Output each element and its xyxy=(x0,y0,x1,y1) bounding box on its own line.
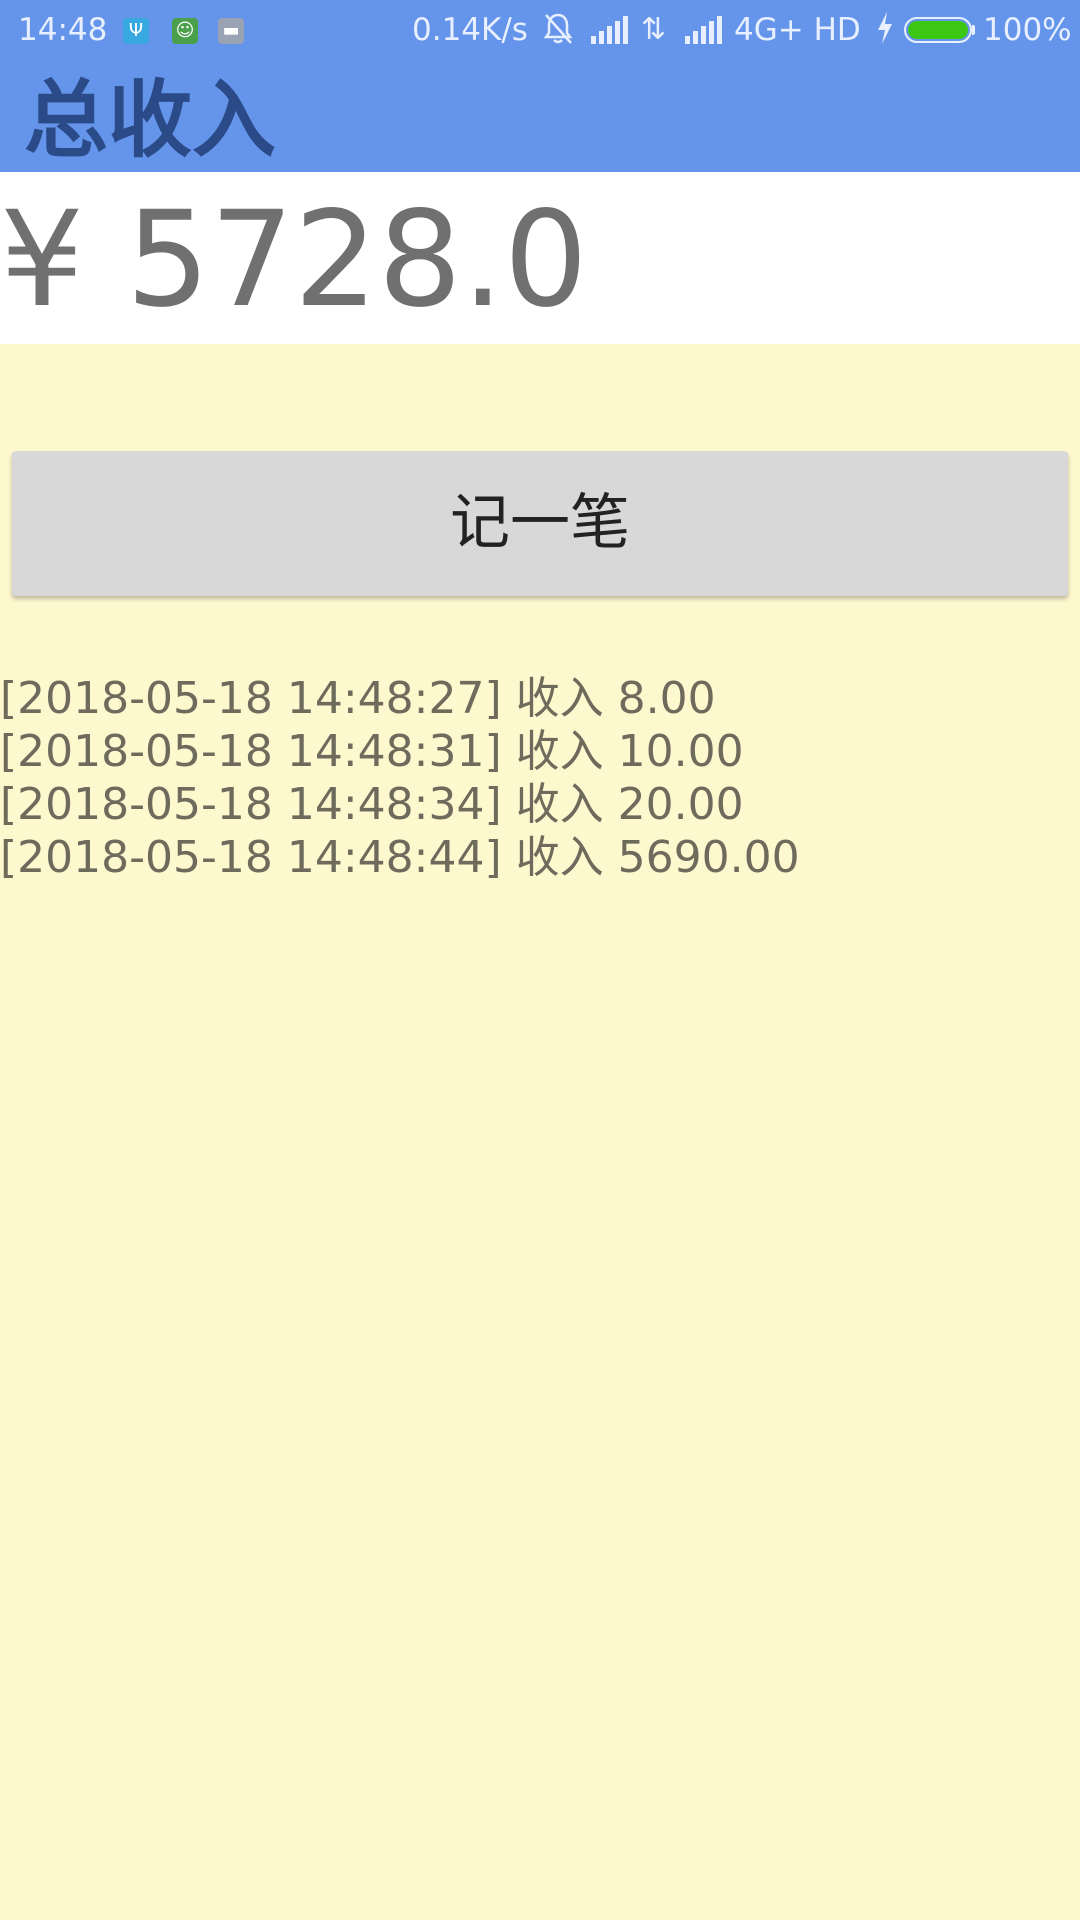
list-item: [2018-05-18 14:48:31] 收入 10.00 xyxy=(0,726,744,777)
signal-strength-icon xyxy=(591,16,628,44)
add-record-button[interactable]: 记一笔 xyxy=(12,451,1068,596)
total-income-amount: ¥ 5728.0 xyxy=(0,183,588,337)
app-bar: 总收入 xyxy=(0,60,1080,172)
storage-icon: ▬ xyxy=(218,18,244,44)
page-title: 总收入 xyxy=(24,71,277,169)
income-records-list: [2018-05-18 14:48:27] 收入 8.00 [2018-05-18… xyxy=(0,672,800,884)
status-bar: 14:48 Ψ ☺ ▬ 0.14K/s ⇅ 4G+ HD 100% xyxy=(0,0,1080,60)
network-type: 4G+ HD xyxy=(734,12,861,48)
network-speed: 0.14K/s xyxy=(412,12,528,48)
battery-icon xyxy=(904,17,972,43)
list-item: [2018-05-18 14:48:34] 收入 20.00 xyxy=(0,779,744,830)
android-icon: ☺ xyxy=(172,18,198,44)
battery-tip xyxy=(972,25,975,35)
status-time: 14:48 xyxy=(18,12,108,48)
battery-percent: 100% xyxy=(983,12,1072,48)
signal-strength-icon xyxy=(685,16,722,44)
list-item: [2018-05-18 14:48:44] 收入 5690.00 xyxy=(0,832,800,883)
total-panel: ¥ 5728.0 xyxy=(0,172,1080,344)
list-item: [2018-05-18 14:48:27] 收入 8.00 xyxy=(0,673,716,724)
battery-level-fill xyxy=(908,21,968,39)
usb-debug-icon: Ψ xyxy=(123,18,149,44)
